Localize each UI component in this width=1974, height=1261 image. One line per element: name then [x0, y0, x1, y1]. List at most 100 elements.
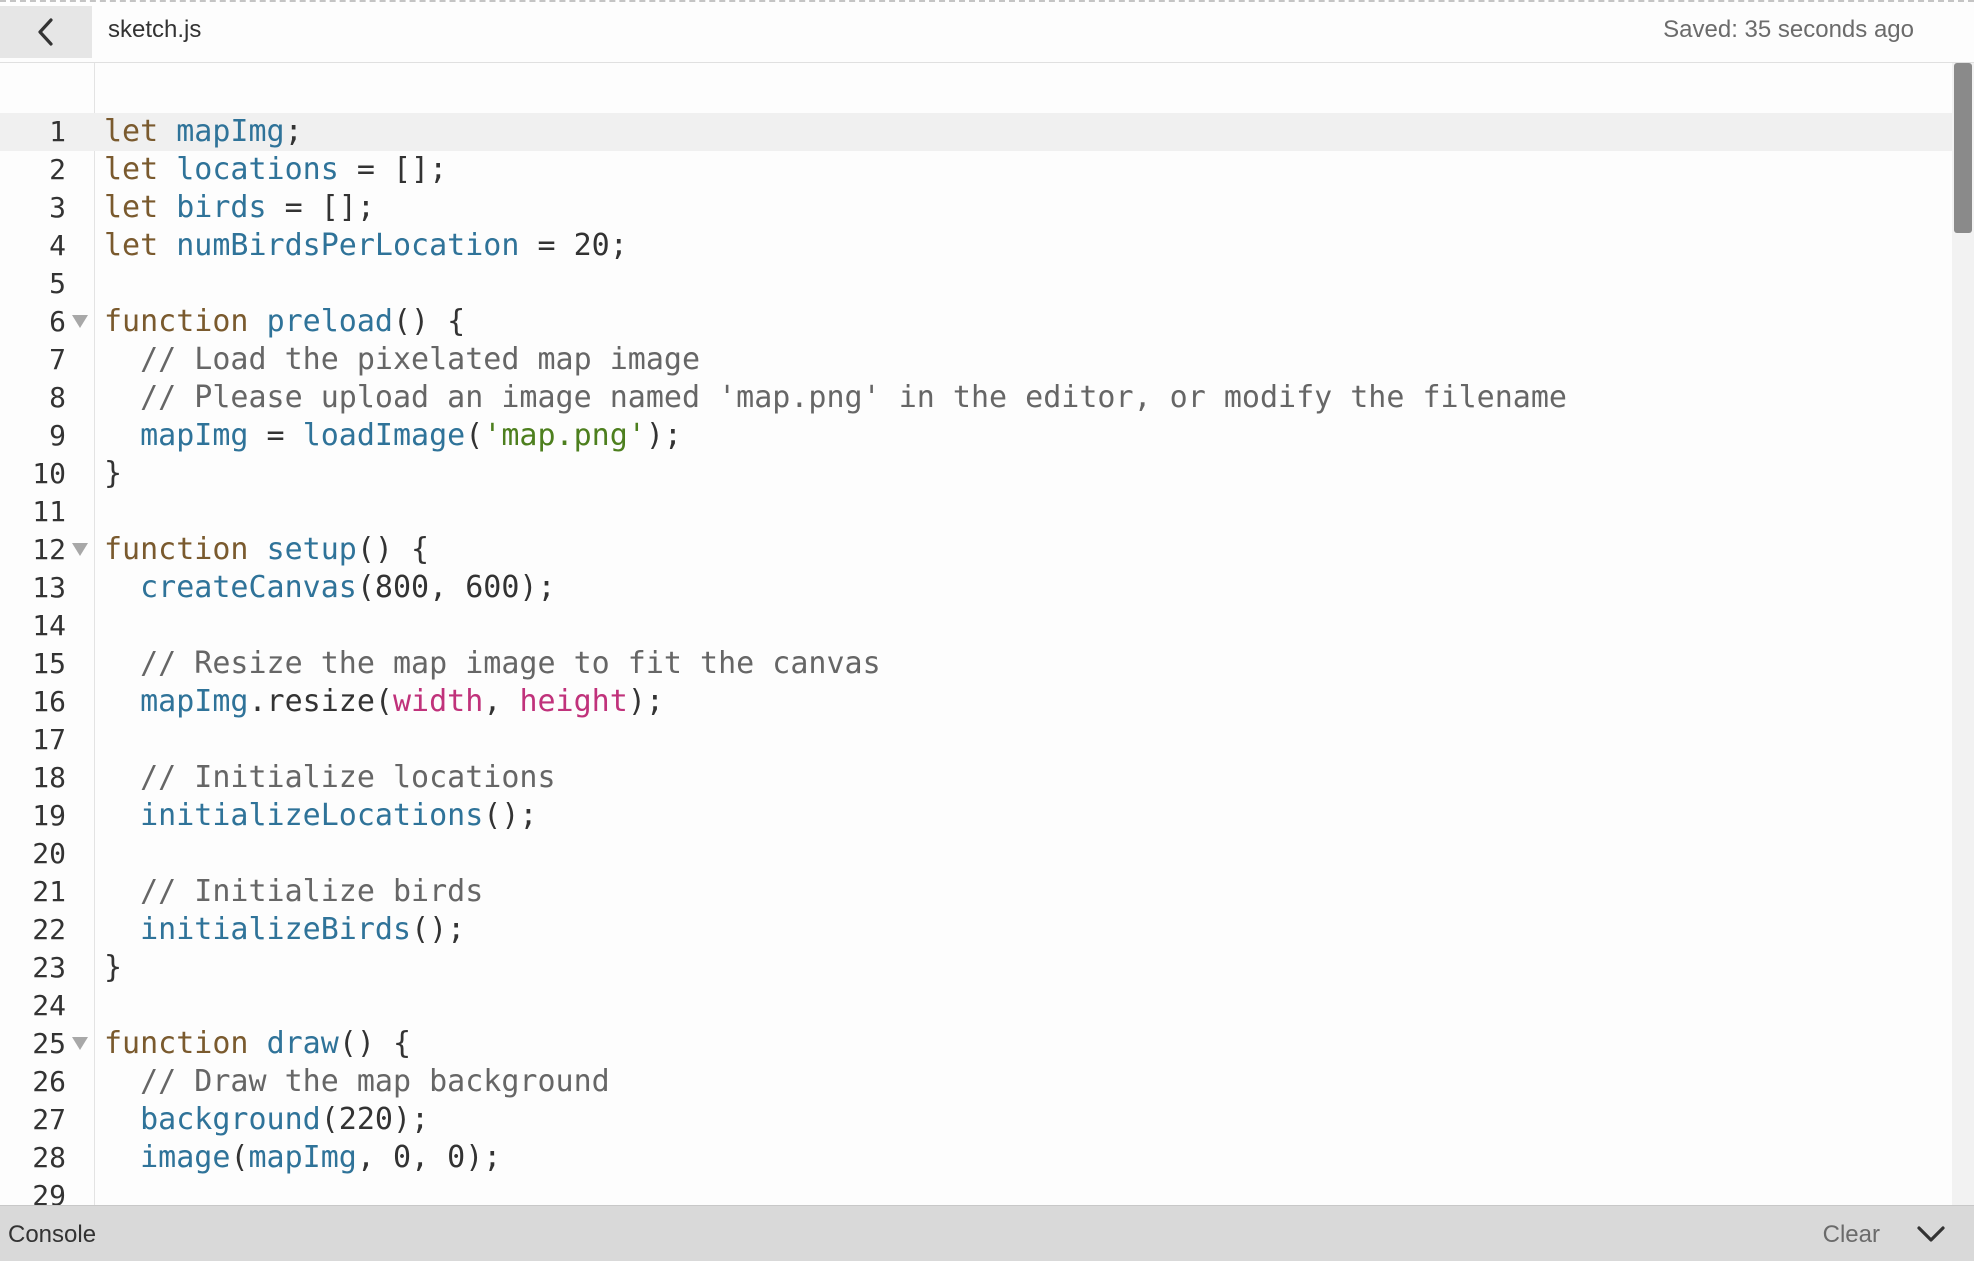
code-line[interactable]: 17 [0, 721, 1952, 759]
code-text: // Load the pixelated map image [104, 341, 700, 379]
code-token: () { [393, 304, 466, 339]
code-editor[interactable]: 1 let mapImg; 2 let locations = []; 3 let bir… [0, 63, 1974, 1205]
code-text: createCanvas(800, 600); [104, 569, 555, 607]
fold-toggle-icon[interactable] [72, 543, 88, 556]
code-token: = [248, 418, 303, 453]
code-token: initializeLocations [140, 798, 484, 833]
line-number: 12 [32, 533, 66, 566]
code-text: let locations = []; [104, 151, 447, 189]
code-text: background(220); [104, 1101, 429, 1139]
line-number: 22 [32, 913, 66, 946]
fold-toggle-icon[interactable] [72, 1037, 88, 1050]
scrollbar-thumb[interactable] [1954, 63, 1972, 233]
code-line[interactable]: 9 mapImg = loadImage('map.png'); [0, 417, 1952, 455]
code-line[interactable]: 22 initializeBirds(); [0, 911, 1952, 949]
code-token: , [483, 684, 520, 719]
code-line[interactable]: 5 [0, 265, 1952, 303]
code-token: function [104, 532, 249, 567]
code-line[interactable]: 8 // Please upload an image named 'map.p… [0, 379, 1952, 417]
code-line[interactable]: 28 image(mapImg, 0, 0); [0, 1139, 1952, 1177]
code-line[interactable]: 11 [0, 493, 1952, 531]
line-number: 27 [32, 1103, 66, 1136]
line-number: 8 [49, 381, 66, 414]
line-number: 18 [32, 761, 66, 794]
code-line[interactable]: 29 [0, 1177, 1952, 1205]
line-number: 14 [32, 609, 66, 642]
code-line[interactable]: 10} [0, 455, 1952, 493]
code-text: // Please upload an image named 'map.png… [104, 379, 1567, 417]
code-text: function preload() { [104, 303, 465, 341]
fold-toggle-icon[interactable] [72, 315, 88, 328]
line-number: 10 [32, 457, 66, 490]
code-line[interactable]: 20 [0, 835, 1952, 873]
code-line[interactable]: 25 function draw() { [0, 1025, 1952, 1063]
code-token: = []; [338, 152, 448, 187]
line-number: 26 [32, 1065, 66, 1098]
code-line[interactable]: 23} [0, 949, 1952, 987]
code-line[interactable]: 13 createCanvas(800, 600); [0, 569, 1952, 607]
code-token: background [140, 1102, 321, 1137]
code-line[interactable]: 21 // Initialize birds [0, 873, 1952, 911]
code-line[interactable]: 6 function preload() { [0, 303, 1952, 341]
line-number: 4 [49, 229, 66, 262]
line-number: 19 [32, 799, 66, 832]
code-text: // Initialize birds [104, 873, 483, 911]
file-name: sketch.js [108, 16, 202, 43]
code-text: } [104, 455, 122, 493]
code-line[interactable]: 19 initializeLocations(); [0, 797, 1952, 835]
code-line[interactable]: 7 // Load the pixelated map image [0, 341, 1952, 379]
code-text: function setup() { [104, 531, 429, 569]
code-token: function [104, 304, 249, 339]
line-number: 25 [32, 1027, 66, 1060]
code-token: loadImage [302, 418, 466, 453]
code-token: (); [411, 912, 466, 947]
code-text: // Initialize locations [104, 759, 555, 797]
code-token: height [519, 684, 628, 719]
code-line[interactable]: 26 // Draw the map background [0, 1063, 1952, 1101]
line-number: 24 [32, 989, 66, 1022]
code-text: mapImg = loadImage('map.png'); [104, 417, 682, 455]
vertical-scrollbar[interactable] [1952, 63, 1974, 1205]
code-token: let [104, 152, 159, 187]
code-line[interactable]: 3 let birds = []; [0, 189, 1952, 227]
code-token: mapImg [140, 418, 249, 453]
console-label: Console [8, 1221, 97, 1248]
code-token: mapImg [140, 684, 249, 719]
line-number: 21 [32, 875, 66, 908]
code-line[interactable]: 27 background(220); [0, 1101, 1952, 1139]
code-line[interactable]: 4 let numBirdsPerLocation = 20; [0, 227, 1952, 265]
code-token: width [393, 684, 484, 719]
code-line[interactable]: 16 mapImg.resize(width, height); [0, 683, 1952, 721]
clear-console-button[interactable]: Clear [1823, 1221, 1880, 1249]
code-line[interactable]: 2 let locations = []; [0, 151, 1952, 189]
code-token: // Resize the map image to fit the canva… [140, 646, 881, 681]
code-token: createCanvas [140, 570, 357, 605]
code-token: // Please upload an image named 'map.png… [140, 380, 1567, 415]
code-token: ); [627, 684, 664, 719]
code-line[interactable]: 14 [0, 607, 1952, 645]
line-number: 29 [32, 1179, 66, 1205]
code-line[interactable]: 18 // Initialize locations [0, 759, 1952, 797]
code-lines[interactable]: 1 let mapImg; 2 let locations = []; 3 let bir… [0, 113, 1952, 1205]
code-token: 'map.png' [483, 418, 646, 453]
line-number: 17 [32, 723, 66, 756]
code-line[interactable]: 24 [0, 987, 1952, 1025]
code-line[interactable]: 12 function setup() { [0, 531, 1952, 569]
code-line[interactable]: 1 let mapImg; [0, 113, 1952, 151]
line-number: 3 [49, 191, 66, 224]
line-number: 28 [32, 1141, 66, 1174]
back-button[interactable] [0, 6, 92, 58]
code-token: , 0, 0); [356, 1140, 502, 1175]
code-line[interactable]: 15 // Resize the map image to fit the ca… [0, 645, 1952, 683]
code-text: let mapImg; [104, 113, 303, 151]
collapse-console-button[interactable] [1914, 1220, 1948, 1248]
code-text: function draw() { [104, 1025, 411, 1063]
code-token: () { [356, 532, 430, 567]
code-token: initializeBirds [140, 912, 412, 947]
